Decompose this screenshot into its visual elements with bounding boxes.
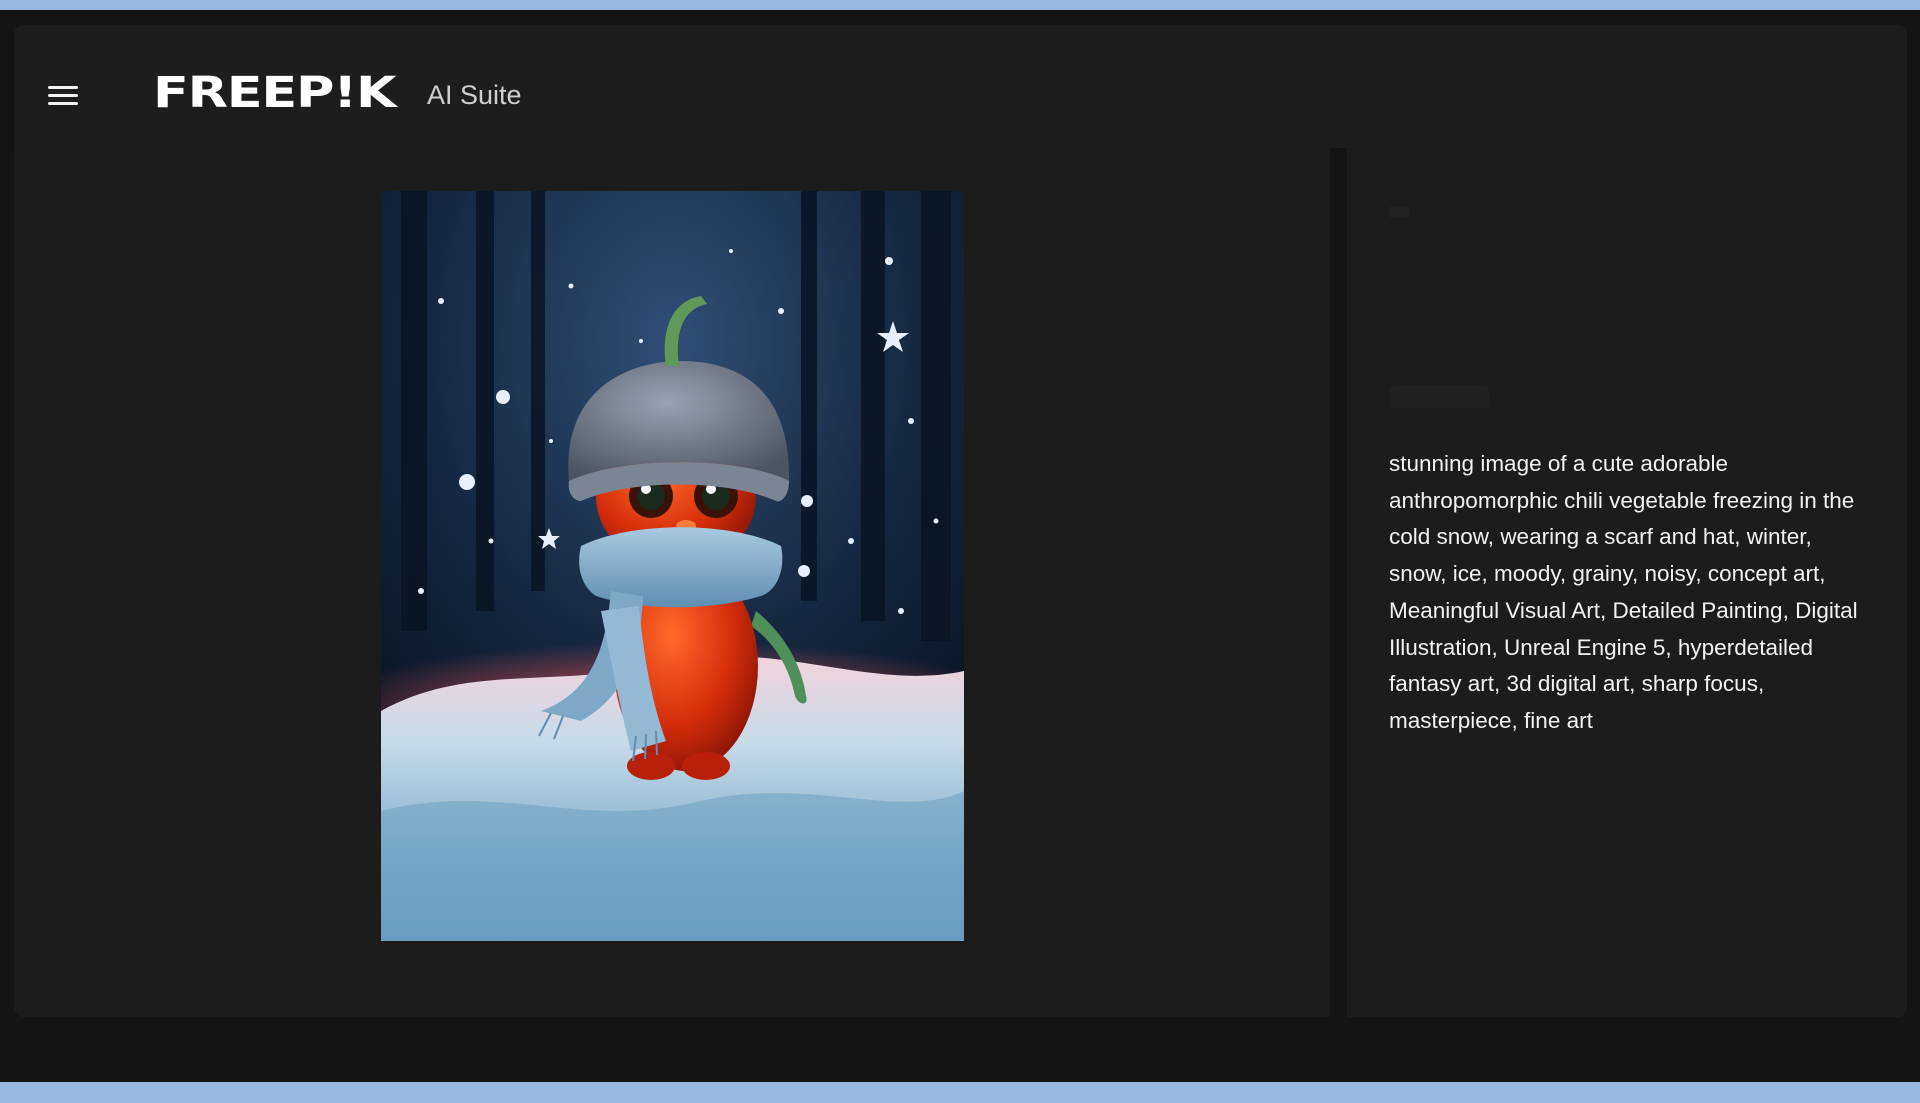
panel-placeholder-icon [1389, 206, 1409, 218]
menu-bar-middle [48, 94, 78, 97]
freepik-logo: FREEP!K [153, 68, 397, 118]
top-header: FREEP!K AI Suite [14, 25, 1907, 148]
prompt-text: stunning image of a cute adorable anthro… [1389, 451, 1858, 733]
menu-bar-top [48, 86, 78, 89]
image-canvas-area [14, 148, 1330, 1017]
chili-winter-illustration [381, 191, 964, 941]
panel-placeholder-label [1389, 386, 1489, 408]
app-window: FREEP!K AI Suite stunning image of a cut… [14, 25, 1907, 1017]
screen: FREEP!K AI Suite stunning image of a cut… [0, 10, 1920, 1082]
screen-bottom-border [0, 1082, 1920, 1103]
suite-label: AI Suite [427, 79, 522, 110]
panel-divider [1330, 148, 1347, 1017]
menu-bar-bottom [48, 102, 78, 105]
details-panel: stunning image of a cute adorable anthro… [1347, 148, 1907, 1017]
screen-top-border [0, 0, 1920, 10]
brand-logo-link[interactable]: FREEP!K AI Suite [153, 68, 522, 118]
generated-image[interactable] [381, 191, 964, 941]
hamburger-menu-button[interactable] [46, 80, 82, 112]
